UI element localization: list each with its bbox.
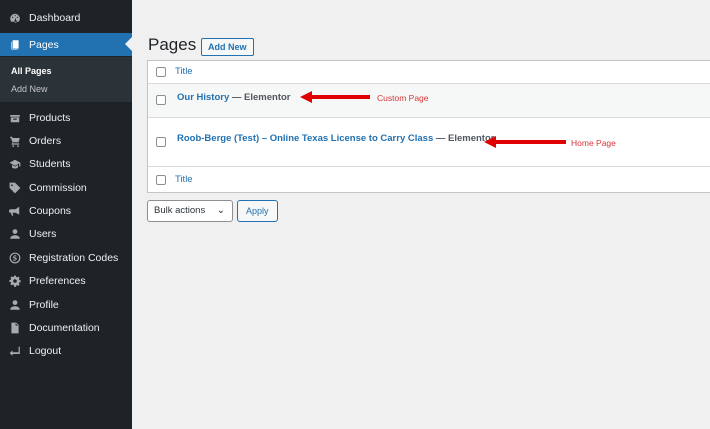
sidebar-item-label: Dashboard: [29, 11, 81, 24]
table-footer-row: Title: [148, 167, 710, 193]
submenu-add-new[interactable]: Add New: [11, 84, 48, 94]
cart-icon: [8, 134, 22, 148]
row-checkbox[interactable]: [156, 95, 166, 105]
post-state: — Elementor: [229, 92, 291, 103]
logout-icon: [8, 344, 22, 358]
sidebar-item-label: Students: [29, 157, 71, 170]
products-icon: [8, 111, 22, 125]
bulk-actions-value: Bulk actions: [154, 205, 206, 216]
sidebar-item-profile[interactable]: Profile: [0, 293, 132, 316]
title-column-footer[interactable]: Title: [175, 174, 193, 185]
sidebar-item-students[interactable]: Students: [0, 152, 132, 175]
annotation-custom-page: Custom Page: [377, 93, 429, 103]
user-icon: [8, 298, 22, 312]
annotation-arrow-home: [484, 136, 566, 148]
sidebar-item-label: Coupons: [29, 204, 72, 217]
sidebar-item-registration-codes[interactable]: Registration Codes: [0, 246, 132, 269]
tag-icon: [8, 181, 22, 195]
row-title-text[interactable]: Our History: [177, 92, 229, 103]
sidebar-item-label: Registration Codes: [29, 251, 119, 264]
sidebar-item-pages[interactable]: Pages: [0, 33, 132, 56]
sidebar-item-dashboard[interactable]: Dashboard: [0, 6, 132, 29]
sidebar-item-label: Profile: [29, 298, 59, 311]
megaphone-icon: [8, 204, 22, 218]
title-column-header[interactable]: Title: [175, 66, 193, 77]
sidebar-item-label: Users: [29, 227, 57, 240]
sidebar-item-products[interactable]: Products: [0, 106, 132, 129]
sidebar-item-label: Logout: [29, 344, 62, 357]
apply-button[interactable]: Apply: [237, 200, 278, 222]
sidebar-item-preferences[interactable]: Preferences: [0, 269, 132, 292]
user-icon: [8, 227, 22, 241]
select-all-checkbox[interactable]: [156, 67, 166, 77]
table-row: Roob-Berge (Test) – Online Texas License…: [148, 118, 710, 167]
sidebar-item-orders[interactable]: Orders: [0, 129, 132, 152]
row-checkbox[interactable]: [156, 137, 166, 147]
sidebar-item-label: Documentation: [29, 321, 100, 334]
admin-sidebar: Dashboard Pages All Pages Add New Produc…: [0, 0, 132, 429]
dollar-circle-icon: [8, 251, 22, 265]
row-title-text[interactable]: Roob-Berge (Test) – Online Texas License…: [177, 133, 433, 144]
pages-icon: [8, 38, 22, 52]
sidebar-item-label: Preferences: [29, 274, 86, 287]
table-row: Our History — Elementor: [148, 84, 710, 118]
pages-submenu: All Pages Add New: [0, 57, 132, 102]
main-content: Pages Add New Title Our History — Elemen…: [132, 0, 710, 429]
sidebar-item-label: Products: [29, 111, 71, 124]
annotation-home-page: Home Page: [571, 138, 616, 148]
select-all-checkbox-footer[interactable]: [156, 175, 166, 185]
pages-table: Title Our History — Elementor Roob-Berge…: [147, 60, 710, 193]
page-title: Pages: [148, 35, 197, 54]
row-title-link[interactable]: Our History — Elementor: [177, 92, 291, 103]
dashboard-icon: [8, 11, 22, 25]
bulk-actions-select[interactable]: Bulk actions ⌄: [147, 200, 233, 222]
submenu-all-pages[interactable]: All Pages: [11, 66, 52, 76]
chevron-down-icon: ⌄: [216, 205, 225, 216]
sidebar-item-users[interactable]: Users: [0, 222, 132, 245]
sidebar-item-label: Pages: [29, 38, 59, 51]
sidebar-item-label: Commission: [29, 181, 87, 194]
sidebar-item-commission[interactable]: Commission: [0, 176, 132, 199]
graduation-cap-icon: [8, 157, 22, 171]
sidebar-item-label: Orders: [29, 134, 62, 147]
annotation-arrow-custom: [300, 91, 370, 103]
sidebar-item-coupons[interactable]: Coupons: [0, 199, 132, 222]
gear-icon: [8, 274, 22, 288]
table-header-row: Title: [148, 61, 710, 84]
document-icon: [8, 321, 22, 335]
sidebar-item-logout[interactable]: Logout: [0, 339, 132, 362]
add-new-button[interactable]: Add New: [201, 38, 254, 56]
sidebar-item-documentation[interactable]: Documentation: [0, 316, 132, 339]
active-indicator: [125, 37, 132, 51]
row-title-link[interactable]: Roob-Berge (Test) – Online Texas License…: [177, 133, 494, 144]
